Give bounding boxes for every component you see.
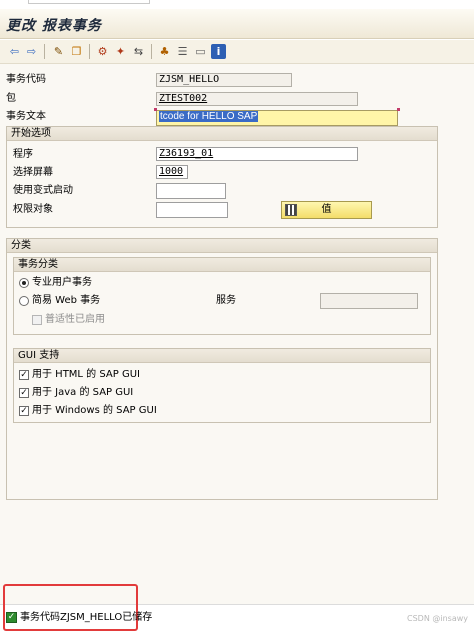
check-icon[interactable]: ⚙ xyxy=(95,44,110,59)
field-corner-marker xyxy=(154,108,157,111)
tcode-field[interactable]: ZJSM_HELLO xyxy=(156,73,292,87)
start-options-title: 开始选项 xyxy=(7,127,437,141)
object-list-icon[interactable]: ☰ xyxy=(175,44,190,59)
status-bar: ✓ 事务代码ZJSM_HELLO已储存 xyxy=(0,584,474,631)
title-bar: 更改 报表事务 xyxy=(0,9,474,39)
text-label: 事务文本 xyxy=(6,111,46,122)
watermark: CSDN @insawy xyxy=(407,614,468,623)
java-gui-checkbox[interactable]: ✓ xyxy=(19,388,29,398)
package-label: 包 xyxy=(6,93,16,104)
windows-gui-checkbox[interactable]: ✓ xyxy=(19,406,29,416)
main-area: 事务代码 ZJSM_HELLO 包 ZTEST002 事务文本 tcode fo… xyxy=(0,64,474,604)
html-gui-label: 用于 HTML 的 SAP GUI xyxy=(32,369,140,380)
variant-field[interactable] xyxy=(156,183,226,199)
screen-field[interactable]: 1000 xyxy=(156,165,188,179)
package-field[interactable]: ZTEST002 xyxy=(156,92,358,106)
toolbar-separator xyxy=(89,44,90,59)
success-check-icon: ✓ xyxy=(6,612,17,623)
application-toolbar: ⇦ ⇨ ✎ ❐ ⚙ ✦ ⇆ ♣ ☰ ▭ i xyxy=(0,40,474,64)
auth-field[interactable] xyxy=(156,202,228,218)
where-used-icon[interactable]: ⇆ xyxy=(131,44,146,59)
gui-support-title: GUI 支持 xyxy=(14,349,430,363)
tcode-label: 事务代码 xyxy=(6,74,46,85)
info-icon[interactable]: i xyxy=(211,44,226,59)
screen-label: 选择屏幕 xyxy=(13,167,53,178)
back-arrow-icon[interactable]: ⇦ xyxy=(7,44,22,59)
value-grid-icon xyxy=(285,204,297,216)
radio-easy-web[interactable] xyxy=(19,296,29,306)
top-chip xyxy=(28,0,150,4)
toolbar-separator xyxy=(151,44,152,59)
text-field[interactable]: tcode for HELLO SAP xyxy=(156,110,398,126)
radio-professional-label: 专业用户事务 xyxy=(32,277,92,288)
value-button-label: 值 xyxy=(321,204,332,215)
variant-label: 使用变式启动 xyxy=(13,185,73,196)
text-field-value: tcode for HELLO SAP xyxy=(159,111,259,122)
service-field[interactable] xyxy=(320,293,418,309)
page-title: 更改 报表事务 xyxy=(6,18,102,34)
window-icon[interactable]: ▭ xyxy=(193,44,208,59)
field-corner-marker xyxy=(397,108,400,111)
radio-professional[interactable] xyxy=(19,278,29,288)
pervasive-checkbox[interactable] xyxy=(32,315,42,325)
display-change-icon[interactable]: ✎ xyxy=(51,44,66,59)
hierarchy-icon[interactable]: ♣ xyxy=(157,44,172,59)
java-gui-label: 用于 Java 的 SAP GUI xyxy=(32,387,134,398)
windows-gui-label: 用于 Windows 的 SAP GUI xyxy=(32,405,157,416)
pervasive-label: 普适性已启用 xyxy=(45,314,105,325)
other-object-icon[interactable]: ❐ xyxy=(69,44,84,59)
classification-title: 分类 xyxy=(7,239,437,253)
forward-arrow-icon[interactable]: ⇨ xyxy=(24,44,39,59)
html-gui-checkbox[interactable]: ✓ xyxy=(19,370,29,380)
value-button[interactable]: 值 xyxy=(281,201,372,219)
radio-easy-web-label: 简易 Web 事务 xyxy=(32,295,101,306)
activate-icon[interactable]: ✦ xyxy=(113,44,128,59)
toolbar-separator xyxy=(44,44,45,59)
service-label: 服务 xyxy=(216,295,236,306)
auth-label: 权限对象 xyxy=(13,204,53,215)
transaction-type-title: 事务分类 xyxy=(14,258,430,272)
top-strip xyxy=(0,0,474,9)
program-field[interactable]: Z36193_01 xyxy=(156,147,358,161)
program-label: 程序 xyxy=(13,149,33,160)
status-message: 事务代码ZJSM_HELLO已储存 xyxy=(20,612,153,623)
